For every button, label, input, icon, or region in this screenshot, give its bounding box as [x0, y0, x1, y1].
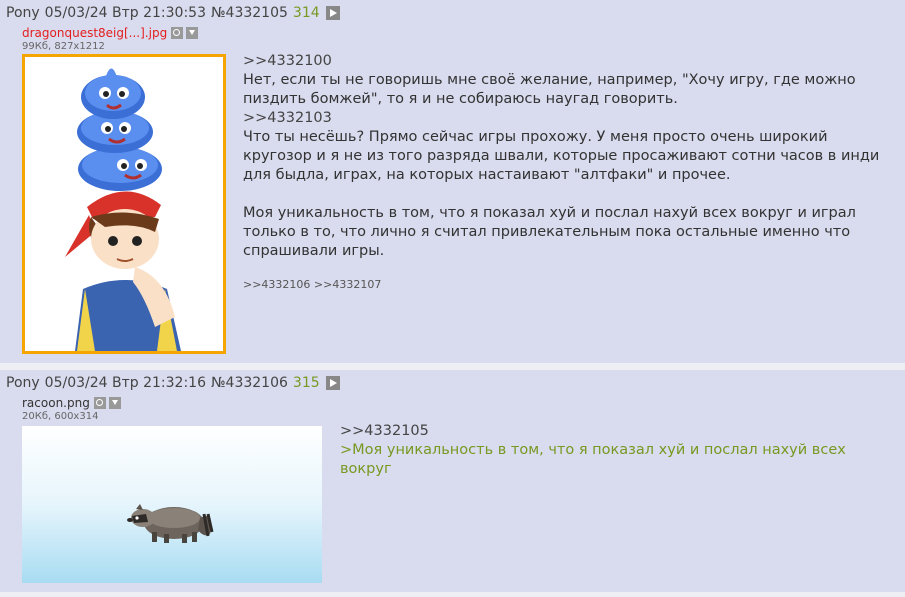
post-date: 05/03/24 Втр 21:32:16: [44, 375, 206, 391]
post-header: Pony 05/03/24 Втр 21:30:53 №4332105 314: [6, 5, 345, 21]
post-message: >>4332100 Нет, если ты не говоришь мне с…: [243, 52, 883, 294]
download-icon[interactable]: [108, 397, 121, 409]
post-replies[interactable]: >>4332106 >>4332107: [243, 275, 883, 294]
search-icon[interactable]: [93, 397, 106, 409]
character-illustration: [65, 68, 181, 351]
post: Pony 05/03/24 Втр 21:30:53 №4332105 314 …: [0, 0, 905, 363]
post-number[interactable]: №4332106: [211, 375, 288, 391]
file-name-link[interactable]: dragonquest8eig[...].jpg: [22, 26, 167, 40]
poster-name: Pony: [6, 375, 40, 391]
post-date: 05/03/24 Втр 21:30:53: [44, 5, 206, 21]
post-image-thumbnail[interactable]: [22, 426, 322, 583]
play-icon[interactable]: [325, 376, 340, 390]
file-info: dragonquest8eig[...].jpg: [22, 26, 201, 40]
file-info: racoon.png: [22, 396, 124, 410]
post-message: >>4332105 >Моя уникальность в том, что я…: [340, 422, 880, 479]
post-number[interactable]: №4332105: [211, 5, 288, 21]
post-header: Pony 05/03/24 Втр 21:32:16 №4332106 315: [6, 375, 345, 391]
file-meta: 20Кб, 600x314: [22, 411, 99, 422]
post-image-thumbnail[interactable]: [22, 54, 226, 354]
message-text: Что ты несёшь? Прямо сейчас игры прохожу…: [243, 129, 880, 183]
message-text: Нет, если ты не говоришь мне своё желани…: [243, 72, 856, 107]
greentext-quote: >Моя уникальность в том, что я показал х…: [340, 442, 846, 477]
raccoon-icon: [127, 504, 214, 543]
file-meta: 99Кб, 827x1212: [22, 41, 105, 52]
download-icon[interactable]: [186, 27, 199, 39]
reply-link[interactable]: >>4332103: [243, 109, 883, 128]
post-count: 315: [292, 375, 320, 391]
post-count: 314: [292, 5, 320, 21]
message-text: Моя уникальность в том, что я показал ху…: [243, 205, 856, 259]
reply-link[interactable]: >>4332100: [243, 52, 883, 71]
reply-link[interactable]: >>4332105: [340, 422, 880, 441]
poster-name: Pony: [6, 5, 40, 21]
search-icon[interactable]: [171, 27, 184, 39]
file-name-link[interactable]: racoon.png: [22, 396, 90, 410]
play-icon[interactable]: [325, 6, 340, 20]
